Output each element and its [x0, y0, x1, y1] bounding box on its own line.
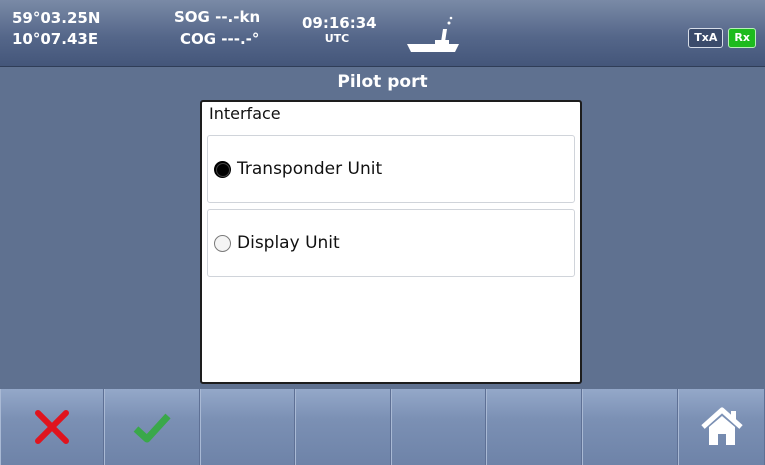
clock: 09:16:34 UTC — [302, 14, 377, 45]
softkey-3[interactable] — [200, 389, 295, 465]
position-readout: 59°03.25N 10°07.43E — [12, 8, 100, 50]
softkey-5[interactable] — [391, 389, 486, 465]
radio-selected-icon[interactable] — [214, 160, 231, 178]
latitude: 59°03.25N — [12, 9, 101, 27]
dialog-header: Interface — [209, 104, 281, 123]
softkey-7[interactable] — [582, 389, 678, 465]
softkey-6[interactable] — [486, 389, 582, 465]
page-title: Pilot port — [337, 72, 428, 92]
option-label: Transponder Unit — [237, 159, 383, 179]
navigation-readout: SOG --.-kn COG ---.-° — [174, 6, 260, 50]
softkey-bar — [0, 389, 765, 465]
softkey-4[interactable] — [295, 389, 391, 465]
rx-badge: Rx — [728, 28, 756, 48]
cog-value: COG ---.-° — [180, 30, 260, 48]
time-value: 09:16:34 — [302, 14, 377, 32]
option-label: Display Unit — [237, 233, 340, 253]
longitude: 10°07.43E — [12, 30, 99, 48]
cancel-button[interactable] — [0, 389, 104, 465]
timezone-label: UTC — [324, 32, 350, 45]
radio-unselected-icon[interactable] — [214, 234, 231, 252]
interface-dialog: Interface Transponder Unit Display Unit — [200, 100, 582, 384]
sog-value: SOG --.-kn — [174, 8, 261, 26]
confirm-button[interactable] — [104, 389, 200, 465]
transmit-receive-indicators: TxA Rx — [688, 28, 756, 48]
home-button[interactable] — [678, 389, 765, 465]
option-display-unit[interactable]: Display Unit — [207, 209, 575, 277]
status-bar: 59°03.25N 10°07.43E SOG --.-kn COG ---.-… — [0, 0, 765, 67]
home-icon — [700, 407, 743, 445]
txa-badge: TxA — [688, 28, 724, 48]
cancel-icon — [35, 410, 69, 444]
confirm-icon — [133, 413, 171, 443]
ship-icon — [407, 16, 459, 52]
option-transponder-unit[interactable]: Transponder Unit — [207, 135, 575, 203]
